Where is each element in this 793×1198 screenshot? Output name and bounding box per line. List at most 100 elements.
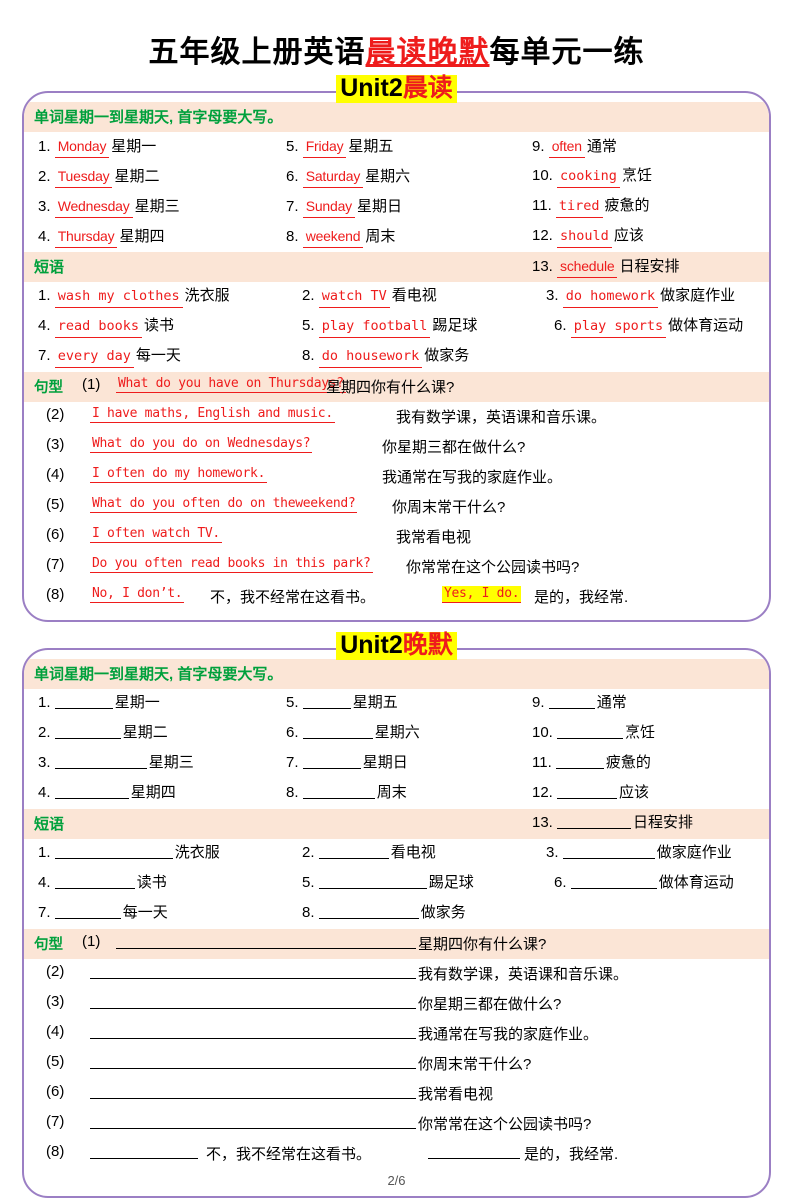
evening-phrase-blank-1 xyxy=(54,844,173,859)
morning-word-answer-10: cooking xyxy=(557,166,620,188)
evening-phrase-number-7: 7. xyxy=(38,904,55,921)
evening-phrase-item-4: 4. 读书 xyxy=(38,873,167,893)
morning-phrase-cn-7: 每一天 xyxy=(135,347,181,364)
morning-word-item-9: 9. often 通常 xyxy=(532,136,617,158)
evening-word-blank-6 xyxy=(302,724,373,739)
morning-phrase-item-3: 3. do homework 做家庭作业 xyxy=(546,286,735,308)
evening-phrases-list: 1. 洗衣服 2. 看电视 3. 做家庭作业 4. 读书 5. 踢足球 6. 做体育运动 7… xyxy=(24,839,769,929)
morning-phrase-cn-2: 看电视 xyxy=(391,287,437,304)
evening-word-blank-2 xyxy=(54,724,121,739)
morning-word-cn-7: 星期日 xyxy=(356,198,402,215)
evening-phrase-cn-4: 读书 xyxy=(136,874,167,891)
evening-phrase-blank-3 xyxy=(562,844,655,859)
evening-word-cn-4: 星期四 xyxy=(130,784,176,801)
morning-word-item-8: 8. weekend 周末 xyxy=(286,226,395,248)
morning-words-list: 1. Monday 星期一 5. Friday 星期五 9. often 通常 2. Tue… xyxy=(24,132,769,252)
morning-word-number-6: 6. xyxy=(286,168,303,185)
evening-sentence-cn-3: 你星期三都在做什么? xyxy=(418,996,562,1013)
morning-word-number-7: 7. xyxy=(286,198,303,215)
evening-sentence-number-3: (3) xyxy=(46,993,65,1010)
evening-word-blank-5 xyxy=(302,694,351,709)
evening-word-blank-11 xyxy=(555,754,604,769)
morning-phrase-item-7: 7. every day 每一天 xyxy=(38,346,181,368)
morning-sentences-header-band: 句型 (1) What do you have on Thursdays? 星期四你… xyxy=(24,372,769,402)
evening-sentence-blank-2 xyxy=(90,978,416,979)
morning-phrases-header-label: 短语 xyxy=(34,259,65,276)
morning-word-answer-4: Thursday xyxy=(54,226,118,248)
morning-word-answer-6: Saturday xyxy=(302,166,364,188)
morning-word-answer-1: Monday xyxy=(54,136,110,158)
morning-word-cn-12: 应该 xyxy=(613,227,644,244)
evening-word-cn-10: 烹饪 xyxy=(625,724,656,741)
morning-sentence-row-8: (8) No, I don’t. 不，我不经常在这看书。 Yes, I do. 是的，我… xyxy=(24,582,769,612)
evening-phrase-item-8: 8. 做家务 xyxy=(302,903,466,923)
evening-sentence-row-6: (6) 我常看电视 xyxy=(24,1079,769,1109)
morning-word-row: 3. Wednesday 星期三 7. Sunday 星期日 11. tired 疲惫的 xyxy=(24,192,769,222)
morning-sentence-answer-8b: Yes, I do. xyxy=(442,586,522,603)
evening-phrase-number-2: 2. xyxy=(302,844,319,861)
morning-sentence-row-2: (2) I have maths, English and music. 我有数学课… xyxy=(24,402,769,432)
morning-phrase-number-7: 7. xyxy=(38,347,55,364)
morning-phrases-header-row: 短语 13. schedule 日程安排 xyxy=(24,252,769,282)
evening-word-item-4: 4. 星期四 xyxy=(38,783,176,803)
evening-sentences-header-band: 句型 (1) 星期四你有什么课? xyxy=(24,929,769,959)
evening-word-cn-5: 星期五 xyxy=(352,694,398,711)
morning-sentence-number-7: (7) xyxy=(46,556,65,573)
morning-words-header-label: 单词星期一到星期天, 首字母要大写。 xyxy=(34,109,283,126)
evening-phrase-cn-8: 做家务 xyxy=(420,904,466,921)
evening-sentence-row-8: (8) 不，我不经常在这看书。 是的，我经常. xyxy=(24,1139,769,1169)
evening-word-13-cell: 13. 日程安排 xyxy=(532,813,693,833)
morning-phrase-cn-1: 洗衣服 xyxy=(184,287,230,304)
morning-word-number-8: 8. xyxy=(286,228,303,245)
evening-word-row: 3. 星期三 7. 星期日 11. 疲惫的 xyxy=(24,749,769,779)
evening-sentence-number-5: (5) xyxy=(46,1053,65,1070)
morning-word-number-2: 2. xyxy=(38,168,55,185)
evening-phrase-cn-1: 洗衣服 xyxy=(174,844,220,861)
morning-word-answer-2: Tuesday xyxy=(54,166,113,188)
evening-sentence-number-2: (2) xyxy=(46,963,65,980)
evening-sentence-cn-8: 不，我不经常在这看书。 xyxy=(206,1146,372,1163)
morning-word-row: 1. Monday 星期一 5. Friday 星期五 9. often 通常 xyxy=(24,132,769,162)
evening-word-item-9: 9. 通常 xyxy=(532,693,627,713)
evening-word-cn-2: 星期二 xyxy=(122,724,168,741)
morning-phrases-header-band: 短语 13. schedule 日程安排 xyxy=(24,252,769,282)
morning-phrase-item-4: 4. read books 读书 xyxy=(38,316,174,338)
evening-word-number-12: 12. xyxy=(532,784,558,801)
morning-phrases-list: 1. wash my clothes 洗衣服 2. watch TV 看电视 3. do… xyxy=(24,282,769,372)
evening-sentence-number-7: (7) xyxy=(46,1113,65,1130)
morning-word-number-4: 4. xyxy=(38,228,55,245)
morning-sentence-number-5: (5) xyxy=(46,496,65,513)
morning-card: 单词星期一到星期天, 首字母要大写。 1. Monday 星期一 5. Friday… xyxy=(22,91,771,622)
evening-word-item-8: 8. 周末 xyxy=(286,783,407,803)
morning-sentence-number-6: (6) xyxy=(46,526,65,543)
morning-phrase-item-8: 8. do housework 做家务 xyxy=(302,346,469,368)
evening-words-header-label: 单词星期一到星期天, 首字母要大写。 xyxy=(34,666,283,683)
evening-phrase-row: 1. 洗衣服 2. 看电视 3. 做家庭作业 xyxy=(24,839,769,869)
evening-sentence-cn-8b: 是的，我经常. xyxy=(524,1146,619,1163)
morning-sentence-number-3: (3) xyxy=(46,436,65,453)
evening-words-header-band: 单词星期一到星期天, 首字母要大写。 xyxy=(24,659,769,689)
morning-phrase-number-5: 5. xyxy=(302,317,319,334)
evening-phrase-number-3: 3. xyxy=(546,844,563,861)
evening-phrase-cn-2: 看电视 xyxy=(390,844,436,861)
evening-word-cn-6: 星期六 xyxy=(374,724,420,741)
evening-phrase-number-5: 5. xyxy=(302,874,319,891)
evening-word-number-2: 2. xyxy=(38,724,55,741)
morning-words-header-row: 单词星期一到星期天, 首字母要大写。 xyxy=(24,102,769,132)
evening-sentence-row-7: (7) 你常常在这个公园读书吗? xyxy=(24,1109,769,1139)
morning-sentence-answer-3: What do you do on Wednesdays? xyxy=(90,436,313,453)
evening-phrase-item-2: 2. 看电视 xyxy=(302,843,436,863)
evening-sentence-row-1: 句型 (1) 星期四你有什么课? xyxy=(24,929,769,959)
morning-word-item-4: 4. Thursday 星期四 xyxy=(38,226,164,248)
morning-sentence-answer-6: I often watch TV. xyxy=(90,526,222,543)
morning-word-cn-4: 星期四 xyxy=(119,228,165,245)
evening-word-blank-9 xyxy=(548,694,595,709)
evening-sentence-cn-7: 你常常在这个公园读书吗? xyxy=(418,1116,592,1133)
morning-unit-banner: Unit2晨读 xyxy=(336,74,457,103)
morning-sentence-cn-2: 我有数学课，英语课和音乐课。 xyxy=(396,409,607,426)
title-highlight: 晨读晚默 xyxy=(365,36,490,69)
morning-phrase-number-4: 4. xyxy=(38,317,55,334)
evening-sentence-row-3: (3) 你星期三都在做什么? xyxy=(24,989,769,1019)
page-number: 2/6 xyxy=(387,1173,406,1188)
evening-sentence-blank-7 xyxy=(90,1128,416,1129)
